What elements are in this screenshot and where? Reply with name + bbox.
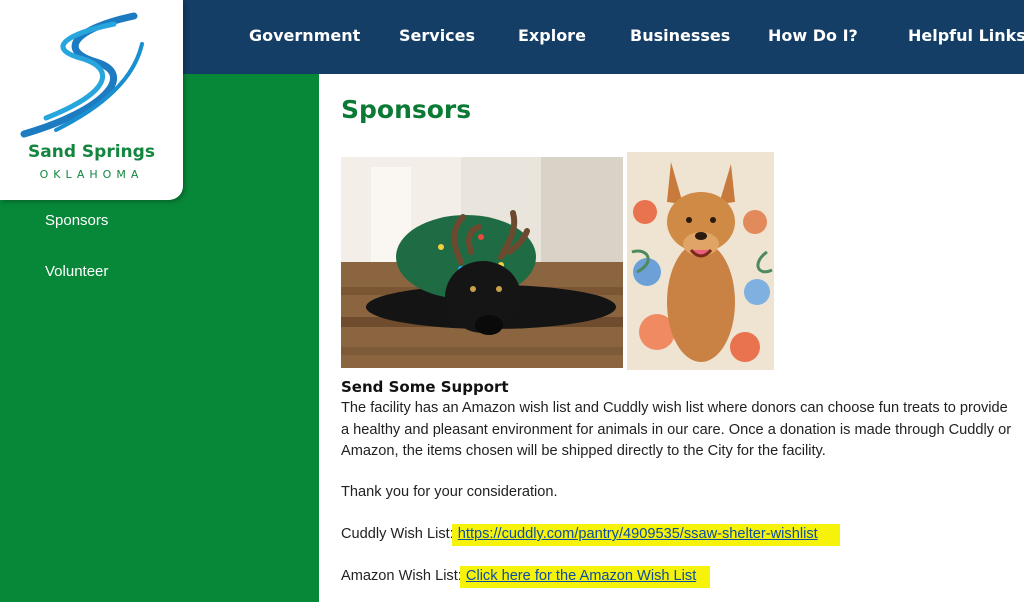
thanks-text: Thank you for your consideration. xyxy=(341,484,558,500)
nav-services[interactable]: Services xyxy=(399,26,475,45)
sand-springs-logo-icon xyxy=(20,12,144,138)
cuddly-wish-list-link[interactable]: https://cuddly.com/pantry/4909535/ssaw-s… xyxy=(458,526,818,542)
nav-helpful-links[interactable]: Helpful Links xyxy=(908,26,1024,45)
sidebar-item-sponsors[interactable]: Sponsors xyxy=(45,212,108,229)
dog-flower-painting xyxy=(627,152,774,370)
page-title: Sponsors xyxy=(341,95,472,124)
cuddly-label: Cuddly Wish List: xyxy=(341,526,458,542)
amazon-wish-list-row: Amazon Wish List: Click here for the Ama… xyxy=(341,566,711,588)
nav-explore[interactable]: Explore xyxy=(518,26,586,45)
nav-how-do-i[interactable]: How Do I? xyxy=(768,26,858,45)
nav-government[interactable]: Government xyxy=(249,26,360,45)
amazon-label: Amazon Wish List: xyxy=(341,568,466,584)
logo-city-name: Sand Springs xyxy=(28,142,155,162)
amazon-highlight: Click here for the Amazon Wish List xyxy=(459,566,711,588)
support-paragraph: The facility has an Amazon wish list and… xyxy=(341,400,1012,459)
amazon-wish-list-link[interactable]: Click here for the Amazon Wish List xyxy=(466,568,696,584)
dog-antlers-photo xyxy=(341,157,623,368)
sidebar-item-volunteer[interactable]: Volunteer xyxy=(45,263,108,280)
logo-state-name: OKLAHOMA xyxy=(39,168,144,181)
cuddly-highlight: https://cuddly.com/pantry/4909535/ssaw-s… xyxy=(451,524,840,546)
site-logo[interactable]: Sand Springs OKLAHOMA xyxy=(0,0,183,200)
cuddly-wish-list-row: Cuddly Wish List: https://cuddly.com/pan… xyxy=(341,524,840,546)
section-heading: Send Some Support xyxy=(341,378,509,396)
nav-businesses[interactable]: Businesses xyxy=(630,26,730,45)
